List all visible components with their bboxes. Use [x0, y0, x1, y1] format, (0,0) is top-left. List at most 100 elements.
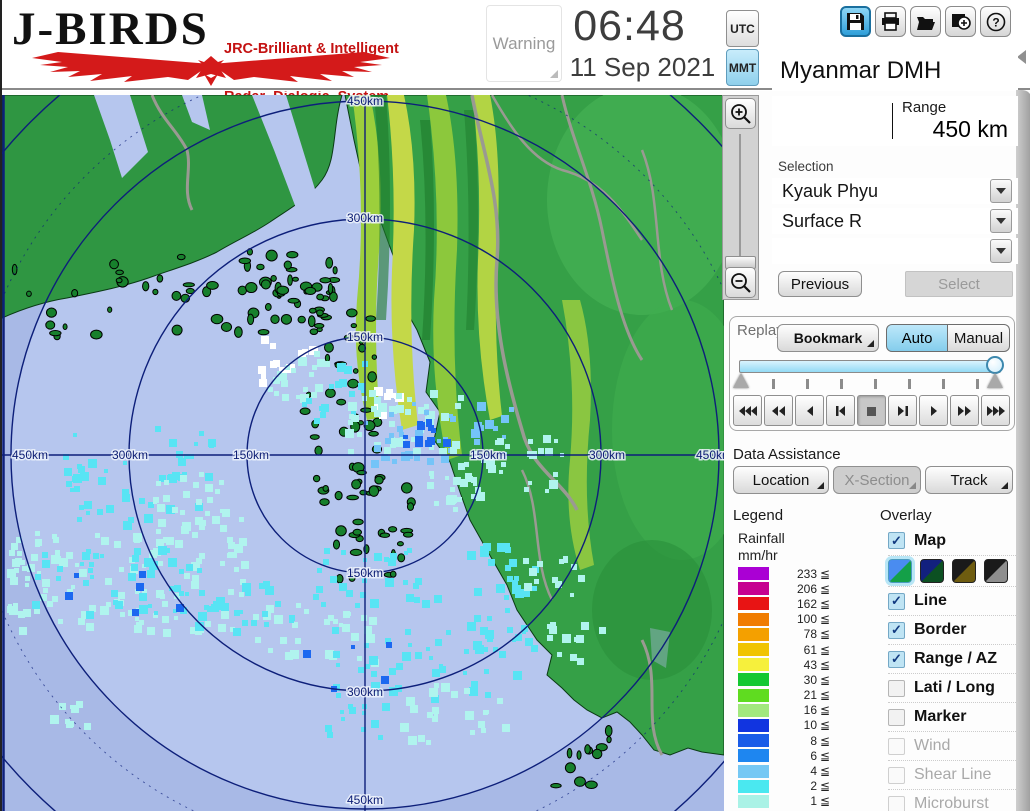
legend-value: 10 [769, 718, 817, 732]
legend-row: 8 ≦ [738, 733, 830, 748]
fastest-forward-button[interactable] [981, 395, 1010, 426]
site-dropdown-value: Kyauk Phyu [782, 178, 878, 204]
zoom-out-button[interactable] [725, 267, 756, 298]
overlay-item-label: Wind [914, 737, 950, 755]
mmt-button[interactable]: MMT [726, 49, 759, 86]
legend-color-swatch [738, 749, 769, 762]
option-dropdown[interactable] [772, 238, 1018, 264]
overlay-item-label: Map [914, 532, 946, 550]
track-button[interactable]: Track [925, 466, 1013, 494]
radar-map-canvas: 450km300km150km150km300km450km450km300km… [2, 95, 724, 811]
slider-end-marker-icon[interactable] [987, 373, 1003, 388]
checkbox[interactable] [888, 709, 905, 726]
warning-button[interactable]: Warning [486, 5, 562, 82]
range-ring-label: 300km [112, 448, 148, 462]
bookmark-button[interactable]: Bookmark [777, 324, 879, 352]
bookmark-label: Bookmark [794, 330, 862, 346]
print-button[interactable] [875, 6, 906, 37]
stop-button[interactable] [857, 395, 886, 426]
checkbox[interactable]: ✓ [888, 651, 905, 668]
play-button[interactable] [919, 395, 948, 426]
site-dropdown[interactable]: Kyauk Phyu [772, 178, 1018, 204]
checkbox[interactable]: ✓ [888, 622, 905, 639]
panel-right-edge [1016, 90, 1030, 811]
legend-color-swatch [738, 567, 769, 580]
overlay-item-lati-long[interactable]: Lati / Long [888, 673, 1018, 702]
auto-mode-button[interactable]: Auto [886, 324, 948, 352]
checkbox[interactable]: ✓ [888, 593, 905, 610]
location-button[interactable]: Location [733, 466, 829, 494]
fast-forward-icon [955, 404, 975, 418]
replay-slider-track[interactable] [739, 360, 1001, 373]
legend-color-swatch [738, 582, 769, 595]
utc-button[interactable]: UTC [726, 10, 759, 47]
map-style-swatch[interactable] [984, 559, 1008, 583]
overlay-item-map[interactable]: ✓ Map [888, 526, 1018, 555]
save-icon [846, 12, 865, 31]
map-style-swatch[interactable] [920, 559, 944, 583]
slider-tick [806, 379, 809, 389]
legend-operator: ≦ [820, 703, 830, 717]
save-button[interactable] [840, 6, 871, 37]
overlay-item-marker[interactable]: Marker [888, 702, 1018, 731]
zoom-slider-track[interactable] [739, 134, 741, 260]
legend-value: 61 [769, 643, 817, 657]
radar-map[interactable]: 450km300km150km150km300km450km450km300km… [2, 95, 724, 811]
legend-color-swatch [738, 597, 769, 610]
slider-tick [840, 379, 843, 389]
help-button[interactable]: ? [980, 6, 1011, 37]
x-section-button[interactable]: X-Section [833, 466, 921, 494]
button-label: X-Section [844, 472, 909, 489]
overlay-item-label: Border [914, 621, 966, 639]
map-style-swatch[interactable] [888, 559, 912, 583]
fast-rewind-button[interactable] [733, 395, 762, 426]
step-forward-button[interactable] [888, 395, 917, 426]
play-reverse-button[interactable] [795, 395, 824, 426]
overlay-item-label: Microburst [914, 795, 989, 811]
legend-value: 43 [769, 658, 817, 672]
slider-tick [772, 379, 775, 389]
legend-value: 233 [769, 567, 817, 581]
warning-label: Warning [493, 34, 556, 54]
product-dropdown-button[interactable] [990, 209, 1012, 233]
legend-color-swatch [738, 734, 769, 747]
map-zoom-strip [722, 95, 759, 300]
checkbox[interactable] [888, 796, 905, 811]
previous-button[interactable]: Previous [778, 271, 862, 297]
checkbox[interactable] [888, 680, 905, 697]
slider-start-marker-icon[interactable] [733, 373, 749, 388]
legend-row: 78 ≦ [738, 627, 830, 642]
menu-wedge-icon [909, 482, 916, 489]
legend-color-swatch [738, 689, 769, 702]
panel-collapse-arrow-icon[interactable] [1017, 50, 1026, 64]
chevron-down-icon [996, 188, 1006, 194]
product-dropdown[interactable]: Surface R [772, 208, 1018, 234]
playback-controls [733, 395, 1010, 426]
legend-color-swatch [738, 643, 769, 656]
fast-forward-button[interactable] [950, 395, 979, 426]
map-style-swatch[interactable] [952, 559, 976, 583]
overlay-item-border[interactable]: ✓ Border [888, 615, 1018, 644]
legend-row: 100 ≦ [738, 612, 830, 627]
overlay-item-range-az[interactable]: ✓ Range / AZ [888, 644, 1018, 673]
legend-row: 43 ≦ [738, 657, 830, 672]
checkbox[interactable] [888, 738, 905, 755]
legend-row: 233 ≦ [738, 566, 830, 581]
manual-mode-button[interactable]: Manual [948, 324, 1010, 352]
rewind-button[interactable] [764, 395, 793, 426]
add-image-button[interactable] [945, 6, 976, 37]
legend-row: 21 ≦ [738, 688, 830, 703]
selection-label: Selection [778, 159, 834, 174]
open-file-button[interactable] [910, 6, 941, 37]
product-dropdown-value: Surface R [782, 208, 862, 234]
zoom-in-button[interactable] [725, 98, 756, 129]
checkbox[interactable]: ✓ [888, 532, 905, 549]
site-dropdown-button[interactable] [990, 179, 1012, 203]
replay-slider-handle[interactable] [986, 356, 1004, 374]
legend-value: 206 [769, 582, 817, 596]
chevron-down-icon [996, 248, 1006, 254]
option-dropdown-button[interactable] [990, 239, 1012, 263]
step-back-button[interactable] [826, 395, 855, 426]
checkbox[interactable] [888, 767, 905, 784]
overlay-item-line[interactable]: ✓ Line [888, 586, 1018, 615]
